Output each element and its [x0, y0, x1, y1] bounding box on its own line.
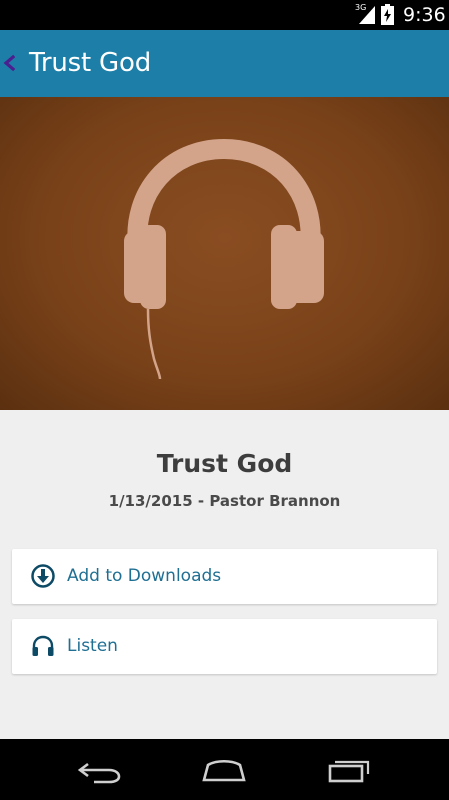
add-to-downloads-button[interactable]: Add to Downloads: [12, 549, 437, 604]
clock: 9:36: [403, 4, 446, 26]
status-bar: 3G 9:36: [0, 0, 449, 30]
app-screen: 3G 9:36 Trust God Trust God 1/13/2015 - …: [0, 0, 449, 800]
sermon-date-speaker: 1/13/2015 - Pastor Brannon: [108, 492, 341, 510]
page-title: Trust God: [29, 48, 151, 78]
listen-label: Listen: [67, 636, 118, 656]
app-header: Trust God: [0, 30, 449, 97]
home-icon[interactable]: [200, 756, 248, 784]
download-circle-icon: [31, 564, 55, 588]
sermon-artwork: [0, 97, 449, 410]
add-to-downloads-label: Add to Downloads: [67, 566, 222, 586]
system-navigation-bar: [0, 739, 449, 800]
headphones-icon: [124, 138, 324, 380]
headphones-icon: [32, 635, 54, 656]
sermon-title: Trust God: [156, 449, 293, 478]
listen-button[interactable]: Listen: [12, 619, 437, 674]
chevron-left-icon[interactable]: [1, 52, 17, 74]
back-arrow-icon[interactable]: [76, 756, 122, 784]
battery-icon: [381, 4, 394, 25]
network-type-label: 3G: [355, 3, 367, 12]
recent-apps-icon[interactable]: [327, 756, 373, 784]
